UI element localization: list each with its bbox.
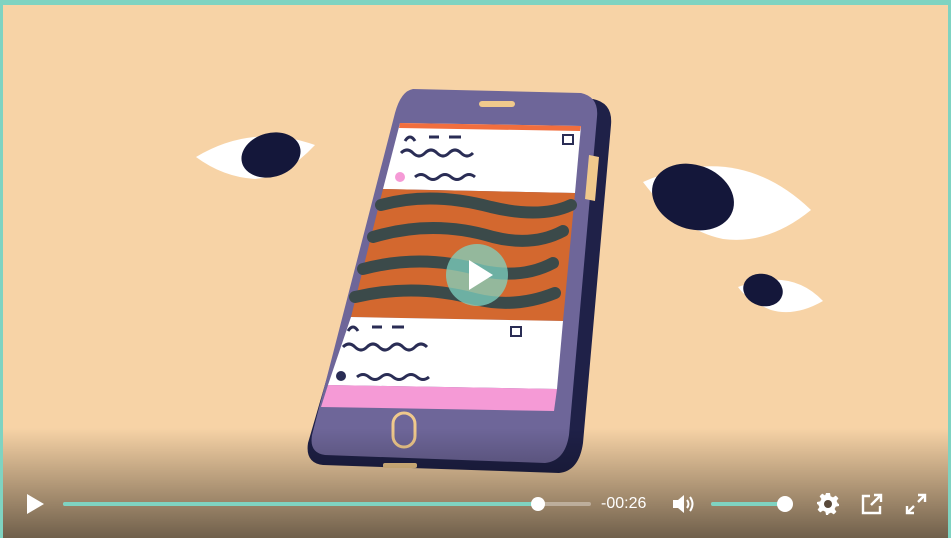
expand-icon <box>905 493 927 515</box>
progress-fill <box>63 502 539 506</box>
play-icon <box>27 494 44 514</box>
video-player[interactable]: -00:26 <box>0 0 951 538</box>
gear-icon <box>817 493 839 515</box>
eye-left-illustration <box>196 132 315 179</box>
control-bar: -00:26 <box>3 486 948 522</box>
video-frame <box>196 89 823 473</box>
progress-handle[interactable] <box>531 497 546 511</box>
eye-right-illustration <box>643 163 811 240</box>
external-link-icon <box>861 493 883 515</box>
volume-button[interactable] <box>671 492 697 516</box>
play-button[interactable] <box>23 492 47 516</box>
remaining-time: -00:26 <box>601 495 647 512</box>
popout-button[interactable] <box>860 492 884 516</box>
volume-handle[interactable] <box>777 496 794 512</box>
settings-button[interactable] <box>816 492 840 516</box>
speaker-icon <box>673 495 694 513</box>
volume-slider[interactable] <box>711 496 794 512</box>
progress-bar[interactable] <box>63 497 591 511</box>
center-play-button[interactable] <box>446 244 508 306</box>
fullscreen-button[interactable] <box>904 492 928 516</box>
eye-small-illustration <box>738 273 823 313</box>
volume-fill <box>711 502 786 506</box>
